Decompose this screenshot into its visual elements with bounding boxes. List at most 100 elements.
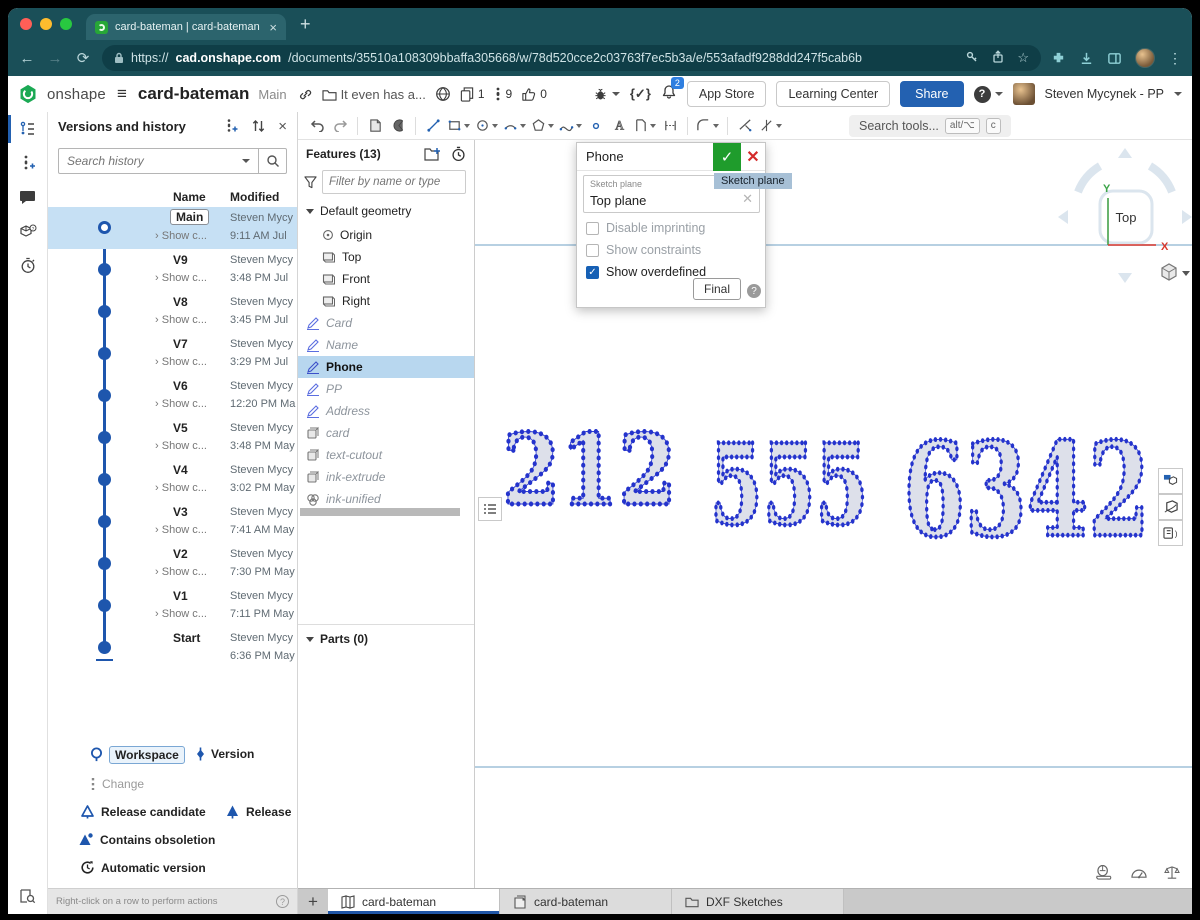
circle-tool-button[interactable] <box>473 114 500 138</box>
feature-sketch-phone[interactable]: Phone <box>298 356 474 378</box>
tab-document[interactable]: card-bateman <box>500 889 672 914</box>
units-scale-icon[interactable] <box>1164 865 1180 880</box>
version-marker[interactable] <box>98 557 111 570</box>
show-changes-link[interactable]: › Show c... <box>155 314 207 326</box>
polygon-tool-button[interactable] <box>529 114 556 138</box>
version-marker[interactable] <box>98 515 111 528</box>
version-row[interactable]: V2 › Show c... Steven Mycy 7:30 PM May <box>48 543 297 585</box>
version-row[interactable]: V7 › Show c... Steven Mycy 3:29 PM Jul <box>48 333 297 375</box>
create-folder-icon[interactable] <box>424 147 441 161</box>
insert-dxf-button[interactable] <box>387 114 409 138</box>
feature-sketch-pp[interactable]: PP <box>298 378 474 400</box>
tab-close-icon[interactable]: × <box>269 21 277 34</box>
show-changes-link[interactable]: › Show c... <box>155 608 207 620</box>
copies-indicator[interactable]: 1 <box>460 87 485 102</box>
show-changes-link[interactable]: › Show c... <box>155 230 207 242</box>
feature-extrude-card[interactable]: card <box>298 422 474 444</box>
version-marker[interactable] <box>98 473 111 486</box>
sketch-digits-555-points[interactable]: 555 <box>710 420 868 550</box>
search-tools-box[interactable]: Search tools... alt/⌥ c <box>849 115 1011 137</box>
search-filter-dropdown-icon[interactable] <box>242 159 250 163</box>
disable-imprinting-option[interactable]: Disable imprinting <box>586 221 705 235</box>
final-button[interactable]: Final <box>693 278 741 300</box>
show-changes-link[interactable]: › Show c... <box>155 440 207 452</box>
feature-extrude-ink[interactable]: ink-extrude <box>298 466 474 488</box>
document-title[interactable]: card-bateman <box>138 84 249 104</box>
follow-mode-rail-button[interactable]: ? <box>8 214 48 248</box>
rectangle-tool-button[interactable] <box>445 114 472 138</box>
help-icon[interactable]: ? <box>276 895 289 908</box>
rollback-clock-icon[interactable] <box>451 146 466 162</box>
workspace-marker[interactable] <box>98 221 111 234</box>
isolate-button[interactable] <box>1158 468 1183 494</box>
version-marker[interactable] <box>98 389 111 402</box>
version-row[interactable]: V9 › Show c... Steven Mycy 3:48 PM Jul <box>48 249 297 291</box>
confirm-check-button[interactable]: ✓ <box>713 143 741 171</box>
features-scrollbar[interactable] <box>300 508 460 516</box>
version-marker[interactable] <box>98 263 111 276</box>
address-bar[interactable]: https://cad.onshape.com/documents/35510a… <box>102 45 1041 71</box>
show-changes-link[interactable]: › Show c... <box>155 566 207 578</box>
view-cube[interactable]: Top Y X <box>1050 140 1192 290</box>
reload-icon[interactable]: ⟳ <box>74 49 92 67</box>
version-marker[interactable] <box>98 347 111 360</box>
share-button[interactable]: Share <box>900 81 963 107</box>
version-row[interactable]: V3 › Show c... Steven Mycy 7:41 AM May <box>48 501 297 543</box>
tab-dxf-sketches[interactable]: DXF Sketches <box>672 889 844 914</box>
line-tool-button[interactable] <box>422 114 444 138</box>
tab-part-studio[interactable]: card-bateman <box>328 889 500 914</box>
default-geometry-group[interactable]: Default geometry <box>298 200 474 222</box>
rotate-cw-arrow-icon[interactable] <box>1150 166 1172 192</box>
folder-location[interactable]: It even has a... <box>322 87 426 102</box>
chrome-menu-icon[interactable]: ⋮ <box>1168 50 1182 67</box>
dialog-help-icon[interactable]: ? <box>747 284 761 298</box>
mouse-settings-icon[interactable] <box>1095 865 1114 880</box>
insert-image-button[interactable] <box>364 114 386 138</box>
version-row[interactable]: V4 › Show c... Steven Mycy 3:02 PM May <box>48 459 297 501</box>
parts-section[interactable]: Parts (0) <box>298 624 474 646</box>
versions-indicator[interactable]: 9 <box>494 86 513 102</box>
rotate-left-arrow-icon[interactable] <box>1058 210 1068 224</box>
close-window-button[interactable] <box>20 18 32 30</box>
version-row[interactable]: V5 › Show c... Steven Mycy 3:48 PM May <box>48 417 297 459</box>
undo-button[interactable] <box>306 114 328 138</box>
workspace-name[interactable]: Main <box>258 87 286 102</box>
create-version-rail-button[interactable] <box>8 146 48 180</box>
share-page-icon[interactable] <box>991 50 1005 64</box>
app-store-button[interactable]: App Store <box>687 81 767 107</box>
debug-menu[interactable] <box>593 87 620 102</box>
forward-icon[interactable]: → <box>46 50 64 67</box>
browser-avatar[interactable] <box>1135 48 1155 68</box>
rotate-ccw-arrow-icon[interactable] <box>1078 166 1100 192</box>
rotate-right-arrow-icon[interactable] <box>1182 210 1192 224</box>
create-version-icon[interactable] <box>223 118 239 134</box>
feature-extrude-text-cutout[interactable]: text-cutout <box>298 444 474 466</box>
arc-tool-button[interactable] <box>501 114 528 138</box>
feature-front-plane[interactable]: Front <box>298 268 474 290</box>
spline-tool-button[interactable] <box>557 114 584 138</box>
performance-gauge-icon[interactable] <box>1130 865 1148 880</box>
show-changes-link[interactable]: › Show c... <box>155 524 207 536</box>
clear-field-icon[interactable]: ✕ <box>742 191 753 207</box>
minimize-window-button[interactable] <box>40 18 52 30</box>
feature-sketch-name[interactable]: Name <box>298 334 474 356</box>
search-button[interactable] <box>258 149 286 173</box>
sidepanel-icon[interactable] <box>1107 51 1122 66</box>
feature-sketch-card[interactable]: Card <box>298 312 474 334</box>
help-menu[interactable]: ? <box>974 86 1003 103</box>
sketch-digits-6342-points[interactable]: 6342 <box>903 415 1149 566</box>
back-icon[interactable]: ← <box>18 50 36 67</box>
chevron-down-icon[interactable] <box>1174 92 1182 96</box>
downloads-icon[interactable] <box>1079 51 1094 66</box>
point-tool-button[interactable] <box>585 114 607 138</box>
trim-tool-button[interactable] <box>734 114 756 138</box>
version-row[interactable]: V6 › Show c... Steven Mycy 12:20 PM Ma <box>48 375 297 417</box>
checkbox-checked[interactable]: ✓ <box>586 266 599 279</box>
likes-indicator[interactable]: 0 <box>521 87 547 102</box>
show-changes-link[interactable]: › Show c... <box>155 272 207 284</box>
feature-boolean-ink-unified[interactable]: ink-unified <box>298 488 474 510</box>
sketch-list-button[interactable] <box>478 497 502 521</box>
text-tool-button[interactable]: A <box>608 114 630 138</box>
dimension-tool-button[interactable] <box>659 114 681 138</box>
user-avatar[interactable] <box>1013 83 1035 105</box>
